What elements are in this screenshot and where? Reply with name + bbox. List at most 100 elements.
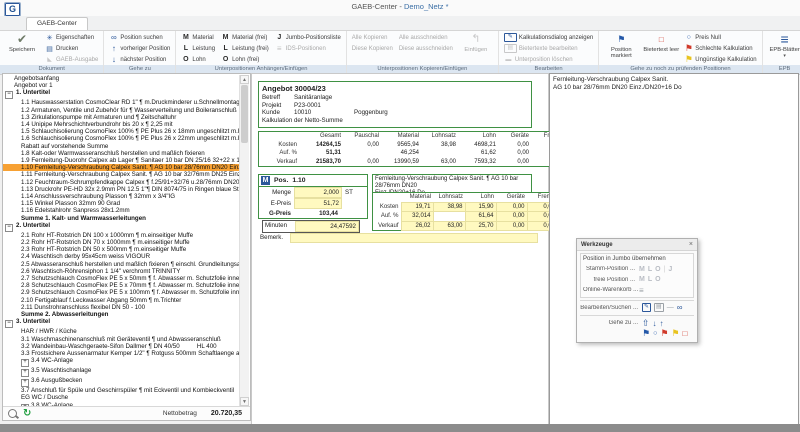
expand-icon[interactable]: + [21,369,29,377]
tab-gaeb-center[interactable]: GAEB-Center [26,17,88,30]
flag-blue-icon[interactable]: ⚑ [642,328,650,339]
ribbon-button-vorheriger-position[interactable]: ↑vorheriger Position [107,43,172,54]
bemerk-field[interactable] [290,233,538,243]
arrow-up-icon[interactable]: ↑ [660,319,664,328]
value-cell[interactable]: 32,014 [401,212,433,222]
value-cell[interactable]: 15,90 [465,202,496,212]
tree-item[interactable]: +3.6 Ausgußbecken [3,377,240,387]
scroll-up-icon[interactable]: ▲ [240,75,249,84]
tree-item[interactable]: 2.11 Dunstrohranschluss flexibel DN 50 -… [3,304,240,311]
arrow-up-outline-icon[interactable]: ⇧ [642,318,650,329]
tree-item[interactable]: 2.4 Waschtisch derby 95x45cm weiss VIGOU… [3,253,240,260]
tree-item[interactable]: 2.5 Abwasseranschluß herstellen und maßl… [3,261,240,268]
value-cell[interactable]: 61,64 [465,212,496,222]
tree-scrollbar[interactable]: ▲ ▼ [239,75,249,406]
tree-item[interactable]: 2.1 Rohr HT-Rotstrich DN 100 x 1000mm ¶ … [3,232,240,239]
scroll-down-icon[interactable]: ▼ [240,397,249,406]
tree-item[interactable]: 1.16 Edelstahlrohr Sanpress 28x1.2mm [3,207,240,214]
ribbon-button-epb-blätter[interactable]: ≡EPB-Blätter▾ [766,32,800,59]
ribbon-button-leistung-frei[interactable]: LLeistung (frei) [219,43,271,54]
ribbon-button-eigenschaften[interactable]: ✳Eigenschaften [43,32,100,43]
ribbon-button-drucken[interactable]: ▤Drucken [43,43,100,54]
value-cell[interactable]: 0,00 [496,212,527,222]
circle-blue-icon[interactable]: ○ [653,330,657,337]
ribbon-button-material-frei[interactable]: MMaterial (frei) [219,32,271,43]
ribbon-button-speichern[interactable]: ✔Speichern [3,32,41,53]
tree-item[interactable]: 1.14 Anschlussverschraubung Plasson ¶ 32… [3,193,240,200]
ribbon-button-position-markiert[interactable]: ⚑Position markiert [602,32,640,59]
tree-item[interactable]: 3.7 Anschluß für Spüle und Geschirrspüle… [3,387,240,394]
ribbon-button-preis-null[interactable]: ○Preis Null [682,32,758,43]
ribbon-button-ungünstige-kalkulation[interactable]: ⚑Ungünstige Kalkulation [682,54,758,65]
tree-item[interactable]: EG WC / Dusche [3,394,240,401]
expand-icon[interactable]: + [21,379,29,387]
collapse-icon[interactable]: − [5,320,13,328]
tree-item[interactable]: HAR / HWR / Küche [3,328,240,335]
tree-item[interactable]: 1.12 Feuchtraum-Schrumpfendkappe Calpex … [3,179,240,186]
tree-item[interactable]: Angebotsanfang [3,75,240,82]
value-cell[interactable]: 0,00 [496,202,527,212]
ribbon-button-material[interactable]: MMaterial [179,32,217,43]
tree-item[interactable]: 2.3 Rohr HT-Rotstrich DN 50 x 500mm ¶ m.… [3,246,240,253]
tree-item[interactable]: 1.5 Schlauchisolierung CosmoFlex 100% ¶ … [3,128,240,135]
tree-item[interactable]: 1.9 Fernleitung-Duorohr Calpex ab Lager … [3,157,240,164]
tree-item[interactable]: Summe 1. Kalt- und Warmwasserleitungen [3,215,240,222]
collapse-icon[interactable]: − [5,91,13,99]
expand-icon[interactable]: + [21,359,29,367]
tree-item[interactable]: 1.15 Winkel Plasson 32mm 90 Grad [3,200,240,207]
value-cell[interactable]: 25,70 [465,221,496,231]
tree-item[interactable]: 2.6 Waschtisch-Röhrensiphon 1 1/4" verch… [3,268,240,275]
tree-item[interactable]: 3.3 Frostsichere Aussenarmatur Kemper 1/… [3,350,240,357]
tree-item[interactable]: +3.5 Waschtischanlage [3,367,240,377]
ribbon-button-bietertext-leer[interactable]: □Bietertext leer [642,32,680,53]
arrow-down-icon[interactable]: ↓ [653,319,657,328]
minus-icon[interactable]: — [667,304,674,311]
tree-item[interactable]: 1.11 Fernleitung-Verschraubung Calpex Sa… [3,171,240,178]
tree-item[interactable]: 2.8 Schutzschlauch CosmoFlex PE 5 x 70mm… [3,282,240,289]
tree-item[interactable]: Summe 2. Abwasserleitungen [3,311,240,318]
binoculars-icon[interactable]: ∞ [677,303,683,312]
minuten-field[interactable]: 24,47592 [295,221,359,232]
scroll-thumb[interactable] [241,85,248,143]
tree-item[interactable]: 1.3 Zirkulationspumpe mit Armaturen und … [3,114,240,121]
tree-item[interactable]: 1.4 Unipipe Mehrschichtverbundrohr bis 2… [3,121,240,128]
tree-item[interactable]: 1.2 Armaturen, Ventile und Zubehör für ¶… [3,107,240,114]
tree-item[interactable]: 3.2 Wandeinbau-Waschgeraete-Sifon Dallme… [3,343,240,350]
tree-item[interactable]: −3. Untertitel [3,318,240,328]
search-icon[interactable] [8,409,17,418]
value-cell[interactable]: 19,71 [401,202,433,212]
ribbon-button-schlechte-kalkulation[interactable]: ⚑Schlechte Kalkulation [682,43,758,54]
flag-yellow-icon[interactable]: ⚑ [671,328,679,339]
tree-item[interactable]: 1.1 Hauswasserstation CosmoClear RD 1" ¶… [3,99,240,106]
ribbon-button-kalkulationsdialog-anzeigen[interactable]: ✎Kalkulationsdialog anzeigen [502,32,595,43]
tree-item[interactable]: −2. Untertitel [3,222,240,232]
ribbon-button-jumbo-positionsliste[interactable]: JJumbo-Positionsliste [273,32,343,43]
ribbon-button-lohn-frei[interactable]: OLohn (frei) [219,54,271,65]
tree-item[interactable]: +3.4 WC-Anlage [3,357,240,367]
refresh-icon[interactable]: ↻ [23,409,31,419]
tree-item[interactable]: −1. Untertitel [3,89,240,99]
square-red-icon[interactable]: □ [682,329,687,338]
tree-item[interactable]: 1.6 Schlauchisolierung CosmoFlex 100% ¶ … [3,135,240,142]
edit-dialog-icon[interactable]: ✎ [642,303,651,312]
collapse-icon[interactable]: − [5,224,13,232]
menge-field[interactable]: 2,000 [294,187,342,198]
ribbon-button-position-suchen[interactable]: ∞Position suchen [107,32,172,43]
tree-item[interactable]: 2.7 Schutzschlauch CosmoFlex PE 5 x 50mm… [3,275,240,282]
tree-item[interactable]: 2.10 Fertigablauf f.Leckwasser Abgang 50… [3,297,240,304]
tree-item[interactable]: Angebot vor 1 [3,82,240,89]
tree-item[interactable]: Rabatt auf vorstehende Summe [3,143,240,150]
ribbon-button-leistung[interactable]: LLeistung [179,43,217,54]
close-icon[interactable]: × [689,241,693,248]
tree-item[interactable]: 2.9 Schutzschlauch CosmoFlex PE 5 x 100m… [3,289,240,296]
tree-item[interactable]: 3.1 Waschmaschinenanschluß mit Geräteven… [3,336,240,343]
ribbon-button-nächster-position[interactable]: ↓nächster Position [107,54,172,65]
tree-item[interactable]: 1.8 Kalt-oder Warmwasseranschluß herstel… [3,150,240,157]
value-cell[interactable]: 38,98 [433,202,465,212]
flag-red-icon[interactable]: ⚑ [660,328,668,339]
text-edit-icon[interactable]: ▤ [654,303,664,312]
tree-item-selected[interactable]: 1.10 Fernleitung-Verschraubung Calpex Sa… [3,164,240,171]
value-cell[interactable]: 26,02 [401,221,433,231]
value-cell[interactable]: 0,00 [496,221,527,231]
ribbon-button-lohn[interactable]: OLohn [179,54,217,65]
